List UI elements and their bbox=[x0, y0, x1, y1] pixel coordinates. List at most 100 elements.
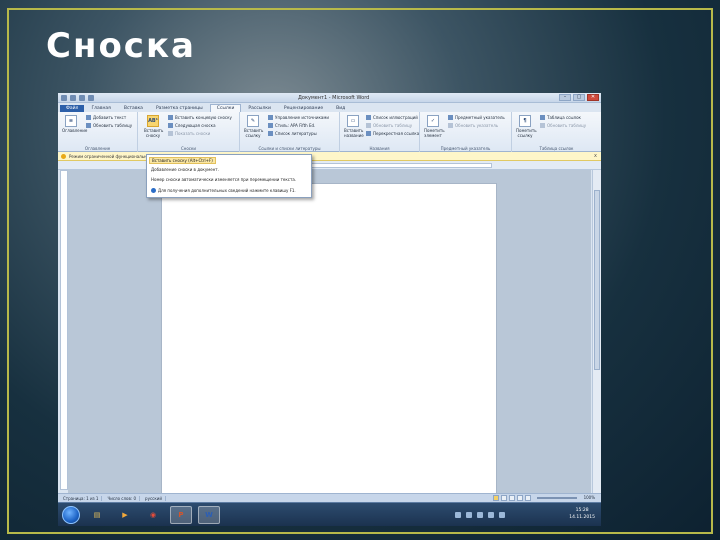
group-name: Оглавление bbox=[84, 146, 111, 151]
add-text-icon bbox=[86, 115, 91, 120]
system-tray: 15:28 14.11.2015 bbox=[455, 507, 595, 523]
undo-icon[interactable] bbox=[79, 95, 85, 101]
manage-sources-button[interactable]: Управление источниками bbox=[268, 115, 329, 120]
table-of-figures-button[interactable]: Список иллюстраций bbox=[366, 115, 418, 120]
close-button[interactable]: ✕ bbox=[587, 94, 599, 101]
insert-footnote-tooltip: Вставить сноску (Alt+Ctrl+F) Добавление … bbox=[146, 154, 312, 198]
save-icon[interactable] bbox=[70, 95, 76, 101]
group-citations: ✎ Вставить ссылку Управление источниками… bbox=[240, 112, 340, 152]
tooltip-help[interactable]: Для получения дополнительных сведений на… bbox=[151, 188, 296, 193]
reading-view-button[interactable] bbox=[501, 495, 507, 501]
clock[interactable]: 15:28 14.11.2015 bbox=[569, 507, 595, 521]
word-logo-icon[interactable] bbox=[61, 95, 67, 101]
clock-date: 14.11.2015 bbox=[569, 515, 595, 520]
tab-2[interactable]: Вставка bbox=[118, 105, 149, 112]
update-table-button[interactable]: Обновить таблицу bbox=[86, 123, 132, 128]
footnote-icon: AB¹ bbox=[147, 115, 159, 127]
mark-entry-button[interactable]: ✓ Пометить элемент bbox=[424, 115, 445, 138]
tab-3[interactable]: Разметка страницы bbox=[150, 105, 209, 112]
tab-6[interactable]: Рецензирование bbox=[278, 105, 329, 112]
taskbar-explorer-icon[interactable]: ▤ bbox=[86, 506, 108, 524]
outline-view-button[interactable] bbox=[517, 495, 523, 501]
volume-icon[interactable] bbox=[488, 512, 494, 518]
tab-1[interactable]: Главная bbox=[85, 105, 116, 112]
insert-index-button[interactable]: Предметный указатель bbox=[448, 115, 505, 120]
taskbar: ▤ ▶ ◉ P W 15:28 14.11.2015 bbox=[58, 502, 601, 526]
cross-reference-icon bbox=[366, 131, 371, 136]
tab-7[interactable]: Вид bbox=[330, 105, 351, 112]
sources-icon bbox=[268, 115, 273, 120]
tray-icons bbox=[455, 512, 505, 518]
vertical-ruler[interactable] bbox=[60, 170, 68, 490]
battery-icon[interactable] bbox=[499, 512, 505, 518]
taskbar-word-icon[interactable]: W bbox=[198, 506, 220, 524]
show-notes-button[interactable]: Показать сноски bbox=[168, 131, 210, 136]
vertical-scrollbar[interactable] bbox=[592, 170, 601, 493]
endnote-icon bbox=[168, 115, 173, 120]
bibliography-button[interactable]: Список литературы bbox=[268, 131, 317, 136]
minimize-button[interactable]: – bbox=[559, 94, 571, 101]
document-area bbox=[68, 170, 591, 498]
status-bar: Страница: 1 из 1 Число слов: 0 русский 1… bbox=[58, 493, 601, 502]
insert-caption-button[interactable]: ▭ Вставить название bbox=[344, 115, 364, 138]
mark-citation-icon: ¶ bbox=[519, 115, 531, 127]
print-layout-view-button[interactable] bbox=[493, 495, 499, 501]
group-name: Сноски bbox=[180, 146, 197, 151]
document-page[interactable] bbox=[161, 183, 497, 498]
add-text-button[interactable]: Добавить текст bbox=[86, 115, 126, 120]
redo-icon[interactable] bbox=[88, 95, 94, 101]
word-count[interactable]: Число слов: 0 bbox=[104, 495, 141, 501]
info-bar-close-button[interactable]: x bbox=[594, 153, 597, 159]
insert-endnote-button[interactable]: Вставить концевую сноску bbox=[168, 115, 232, 120]
group-toc: ≡ Оглавление Добавить текст Обновить таб… bbox=[58, 112, 138, 152]
tab-4[interactable]: Ссылки bbox=[209, 104, 242, 112]
toc-button[interactable]: ≡ Оглавление bbox=[62, 115, 87, 133]
toc-icon: ≡ bbox=[65, 115, 77, 127]
quick-access-toolbar bbox=[61, 95, 94, 101]
next-footnote-button[interactable]: Следующая сноска bbox=[168, 123, 216, 128]
language[interactable]: русский bbox=[142, 495, 166, 501]
group-footnotes: AB¹ Вставить сноску Вставить концевую сн… bbox=[138, 112, 240, 152]
scrollbar-thumb[interactable] bbox=[594, 190, 600, 370]
info-bar: Режим ограниченной функциональности x bbox=[58, 152, 601, 161]
update-index-button[interactable]: Обновить указатель bbox=[448, 123, 498, 128]
tooltip-title: Вставить сноску (Alt+Ctrl+F) bbox=[149, 157, 216, 164]
web-layout-view-button[interactable] bbox=[509, 495, 515, 501]
maximize-button[interactable]: ▢ bbox=[573, 94, 585, 101]
mark-citation-button[interactable]: ¶ Пометить ссылку bbox=[516, 115, 537, 138]
style-select[interactable]: Стиль: APA Fifth Ed. bbox=[268, 123, 315, 128]
refresh-icon bbox=[366, 123, 371, 128]
update-figures-button[interactable]: Обновить таблицу bbox=[366, 123, 412, 128]
view-buttons bbox=[493, 495, 531, 501]
group-name: Таблица ссылок bbox=[539, 146, 574, 151]
tab-0[interactable]: Файл bbox=[60, 105, 85, 112]
taskbar-media-player-icon[interactable]: ▶ bbox=[114, 506, 136, 524]
index-icon bbox=[448, 115, 453, 120]
ribbon-tabs: Файл Главная Вставка Разметка страницы Ссылк… bbox=[58, 103, 601, 112]
insert-citation-button[interactable]: ✎ Вставить ссылку bbox=[244, 115, 263, 138]
language-icon[interactable] bbox=[455, 512, 461, 518]
refresh-icon bbox=[540, 123, 545, 128]
zoom-slider[interactable] bbox=[537, 497, 577, 499]
horizontal-ruler[interactable] bbox=[58, 161, 601, 170]
next-icon bbox=[168, 123, 173, 128]
group-name: Предметный указатель bbox=[440, 146, 491, 151]
zoom-level[interactable]: 100% bbox=[584, 495, 595, 500]
bibliography-icon bbox=[268, 131, 273, 136]
update-authorities-button[interactable]: Обновить таблицу bbox=[540, 123, 586, 128]
taskbar-chrome-icon[interactable]: ◉ bbox=[142, 506, 164, 524]
flag-icon[interactable] bbox=[466, 512, 472, 518]
word-window: Документ1 - Microsoft Word – ▢ ✕ Файл Гла… bbox=[58, 93, 601, 526]
page-count[interactable]: Страница: 1 из 1 bbox=[60, 495, 103, 501]
network-icon[interactable] bbox=[477, 512, 483, 518]
start-button[interactable] bbox=[62, 506, 80, 524]
insert-authorities-button[interactable]: Таблица ссылок bbox=[540, 115, 581, 120]
cross-reference-button[interactable]: Перекрестная ссылка bbox=[366, 131, 419, 136]
slide-title: Сноска bbox=[46, 26, 196, 66]
taskbar-powerpoint-icon[interactable]: P bbox=[170, 506, 192, 524]
insert-footnote-button[interactable]: AB¹ Вставить сноску bbox=[144, 115, 163, 138]
group-name: Названия bbox=[369, 146, 390, 151]
draft-view-button[interactable] bbox=[525, 495, 531, 501]
tab-5[interactable]: Рассылки bbox=[242, 105, 277, 112]
style-icon bbox=[268, 123, 273, 128]
